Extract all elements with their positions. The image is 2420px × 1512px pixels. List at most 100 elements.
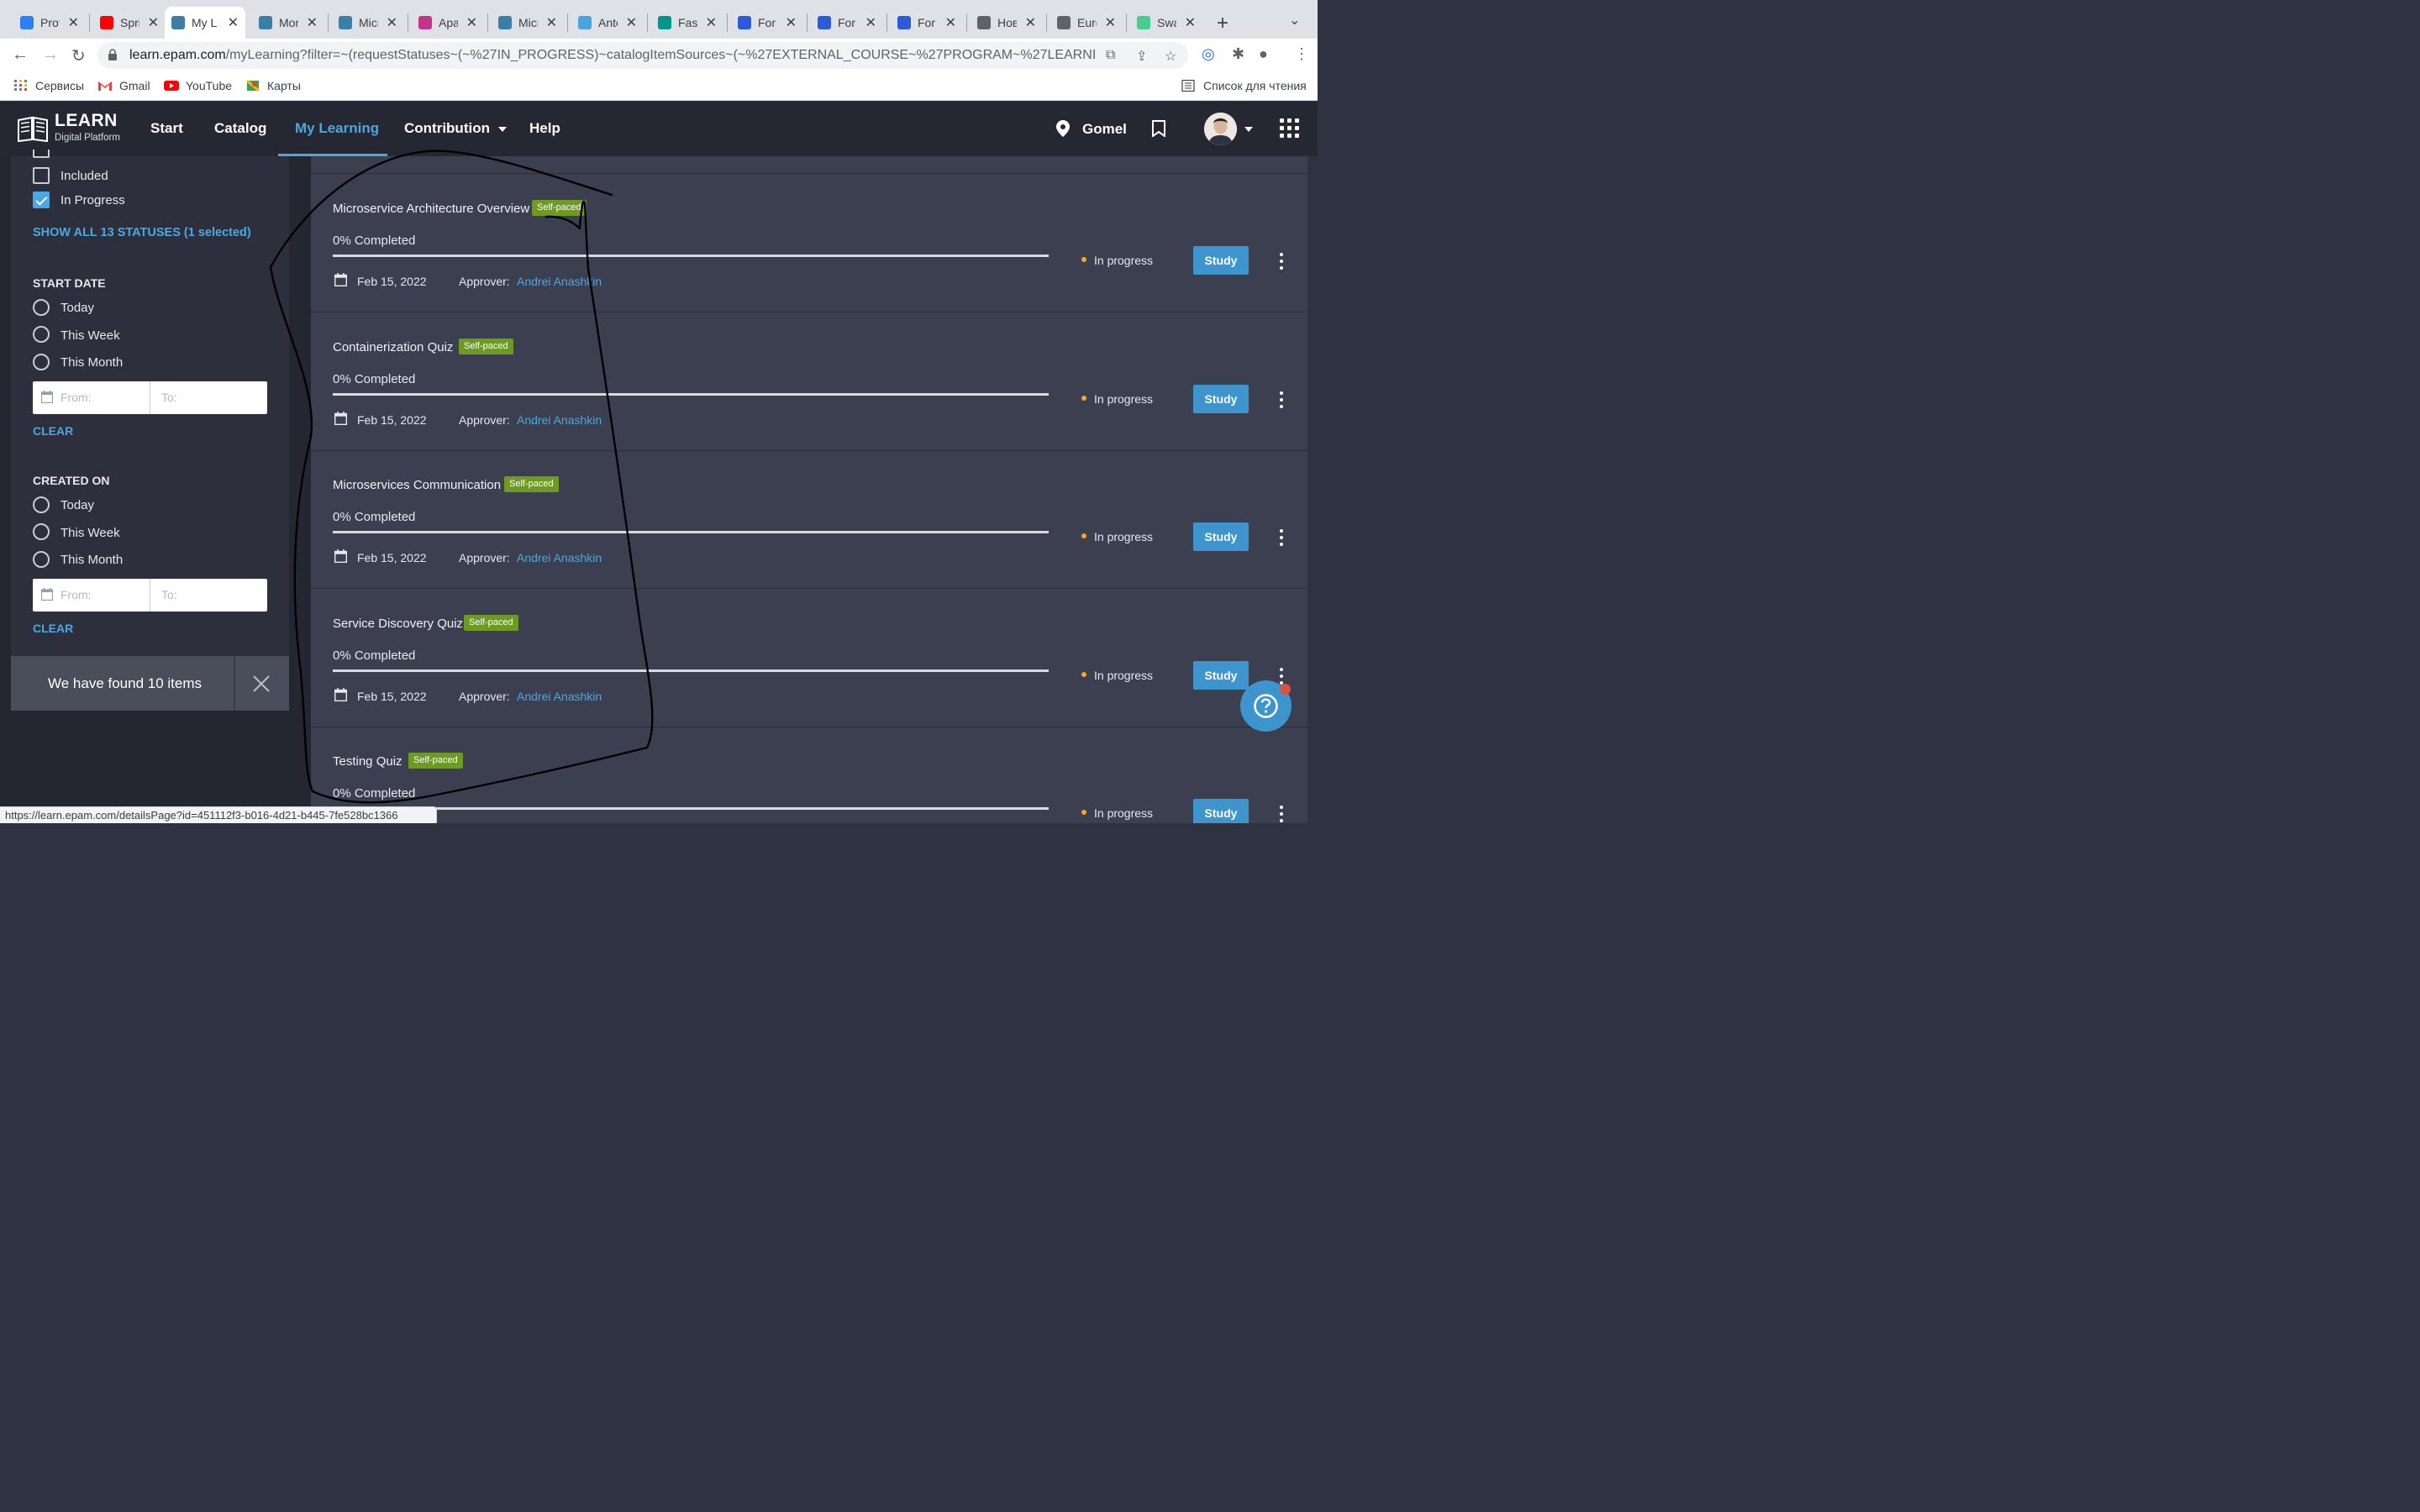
status-checkbox-included[interactable] [33, 167, 50, 184]
tab-close-icon[interactable]: ✕ [706, 14, 717, 31]
item-title[interactable]: Microservices Communication [333, 478, 501, 492]
bookmark-youtube[interactable]: YouTube [164, 79, 232, 92]
tab-close-icon[interactable]: ✕ [466, 14, 477, 31]
browser-tab[interactable]: Swa ✕ [1130, 7, 1202, 39]
created-on-radio-week[interactable] [33, 523, 50, 540]
status-checkbox-in-progress[interactable] [33, 192, 50, 208]
translate-icon[interactable]: ⧉ [1106, 48, 1115, 63]
help-button[interactable] [1240, 680, 1292, 732]
approver-link[interactable]: Andrei Anashkin [517, 413, 602, 427]
created-on-from-input[interactable]: From: [60, 588, 92, 601]
created-on-radio-today[interactable] [33, 496, 50, 513]
bookmark-apps[interactable]: Сервисы [13, 79, 84, 92]
address-bar[interactable]: learn.epam.com/myLearning?filter=~(reque… [97, 42, 1188, 69]
browser-tab[interactable]: Prof ✕ [13, 7, 86, 39]
item-title[interactable]: Containerization Quiz [333, 340, 453, 354]
tab-close-icon[interactable]: ✕ [945, 14, 956, 31]
tab-close-icon[interactable]: ✕ [865, 14, 876, 31]
tab-close-icon[interactable]: ✕ [148, 14, 159, 31]
back-arrow-icon[interactable]: ← [12, 45, 29, 65]
bookmark-maps[interactable]: Карты [245, 79, 301, 92]
browser-tab[interactable]: Mon ✕ [252, 7, 324, 39]
start-date-clear-button[interactable]: CLEAR [33, 424, 73, 438]
tab-close-icon[interactable]: ✕ [387, 14, 397, 31]
extension-icon[interactable]: ◎ [1202, 45, 1215, 63]
list-item[interactable]: Microservices Communication Self-paced 0% … [311, 450, 1307, 588]
approver-link[interactable]: Andrei Anashkin [517, 690, 602, 703]
start-date-to-input[interactable]: To: [161, 391, 177, 404]
created-on-radio-month[interactable] [33, 551, 50, 568]
browser-tab[interactable]: Anto ✕ [571, 7, 644, 39]
puzzle-extensions-icon[interactable]: ✱ [1232, 45, 1244, 63]
tab-close-icon[interactable]: ✕ [1105, 14, 1116, 31]
browser-menu-icon[interactable]: ⋮ [1294, 45, 1309, 63]
nav-start[interactable]: Start [150, 120, 183, 137]
item-title[interactable]: Service Discovery Quiz [333, 617, 463, 631]
study-button[interactable]: Study [1193, 799, 1249, 823]
close-icon[interactable] [252, 675, 271, 693]
browser-tab[interactable]: Apa ✕ [412, 7, 484, 39]
tab-close-icon[interactable]: ✕ [546, 14, 557, 31]
browser-tab[interactable]: Micr ✕ [332, 7, 404, 39]
browser-tab[interactable]: For ✕ [731, 7, 803, 39]
browser-tab[interactable]: Fast ✕ [651, 7, 723, 39]
approver-link[interactable]: Andrei Anashkin [517, 275, 602, 288]
item-title[interactable]: Testing Quiz [333, 754, 402, 769]
list-item[interactable]: Testing QuizSelf-paced0% CompletedFeb 15… [311, 727, 1307, 823]
approver-link[interactable]: Andrei Anashkin [517, 551, 602, 564]
share-icon[interactable]: ⇪ [1136, 48, 1147, 65]
avatar[interactable] [1204, 113, 1237, 145]
browser-tab[interactable]: Micr ✕ [492, 7, 564, 39]
status-checkbox-hidden[interactable] [33, 150, 50, 158]
tab-close-icon[interactable]: ✕ [228, 14, 239, 31]
more-options-icon[interactable] [1279, 253, 1284, 270]
tab-close-icon[interactable]: ✕ [1025, 14, 1036, 31]
tab-close-icon[interactable]: ✕ [626, 14, 637, 31]
nav-my-learning[interactable]: My Learning [295, 120, 379, 137]
bookmark-gmail[interactable]: Gmail [97, 79, 150, 92]
apps-grid-icon[interactable] [1280, 118, 1300, 139]
tab-separator [727, 13, 728, 32]
start-date-radio-week[interactable] [33, 326, 50, 343]
browser-tab[interactable]: For ✕ [811, 7, 883, 39]
reload-icon[interactable]: ↻ [71, 45, 86, 66]
tab-close-icon[interactable]: ✕ [307, 14, 318, 31]
browser-tab[interactable]: Нов ✕ [971, 7, 1043, 39]
show-all-statuses-link[interactable]: SHOW ALL 13 STATUSES (1 selected) [33, 226, 251, 239]
browser-tab[interactable]: Spri ✕ [93, 7, 166, 39]
more-options-icon[interactable] [1279, 391, 1284, 408]
tab-search-chevron-icon[interactable]: ⌄ [1289, 12, 1300, 29]
study-button[interactable]: Study [1193, 522, 1249, 551]
browser-tab[interactable]: Eure ✕ [1050, 7, 1123, 39]
start-date-from-input[interactable]: From: [60, 391, 92, 404]
item-title[interactable]: Microservice Architecture Overview [333, 202, 529, 216]
reading-list[interactable]: Список для чтения [1181, 79, 1307, 92]
more-options-icon[interactable] [1279, 529, 1284, 546]
list-item[interactable]: Microservice Architecture Overview Self-p… [311, 174, 1307, 312]
forward-arrow-icon[interactable]: → [42, 45, 59, 65]
more-options-icon[interactable] [1279, 806, 1284, 822]
study-button[interactable]: Study [1193, 384, 1249, 413]
browser-tab[interactable]: My L ✕ [165, 7, 245, 39]
logo-title[interactable]: LEARN [55, 111, 118, 131]
location-label[interactable]: Gomel [1082, 121, 1127, 138]
bookmark-icon[interactable] [1152, 120, 1165, 137]
study-button[interactable]: Study [1193, 246, 1249, 275]
created-on-clear-button[interactable]: CLEAR [33, 622, 73, 635]
tab-close-icon[interactable]: ✕ [68, 14, 79, 31]
new-tab-button[interactable]: + [1217, 12, 1228, 35]
tab-close-icon[interactable]: ✕ [786, 14, 797, 31]
list-item[interactable]: Service Discovery Quiz Self-paced 0% Compl… [311, 589, 1307, 727]
tab-close-icon[interactable]: ✕ [1185, 14, 1196, 31]
star-icon[interactable]: ☆ [1165, 48, 1176, 65]
created-on-to-input[interactable]: To: [161, 588, 177, 601]
browser-tab[interactable]: For ✕ [891, 7, 963, 39]
nav-catalog[interactable]: Catalog [214, 120, 266, 137]
list-item[interactable]: Containerization Quiz Self-paced 0% Comple… [311, 312, 1307, 450]
nav-contribution[interactable]: Contribution [404, 120, 507, 137]
user-menu-chevron-icon[interactable] [1244, 127, 1253, 132]
start-date-radio-today[interactable] [33, 299, 50, 316]
profile-icon[interactable]: ● [1259, 45, 1268, 63]
nav-help[interactable]: Help [529, 120, 560, 137]
start-date-radio-month[interactable] [33, 354, 50, 370]
